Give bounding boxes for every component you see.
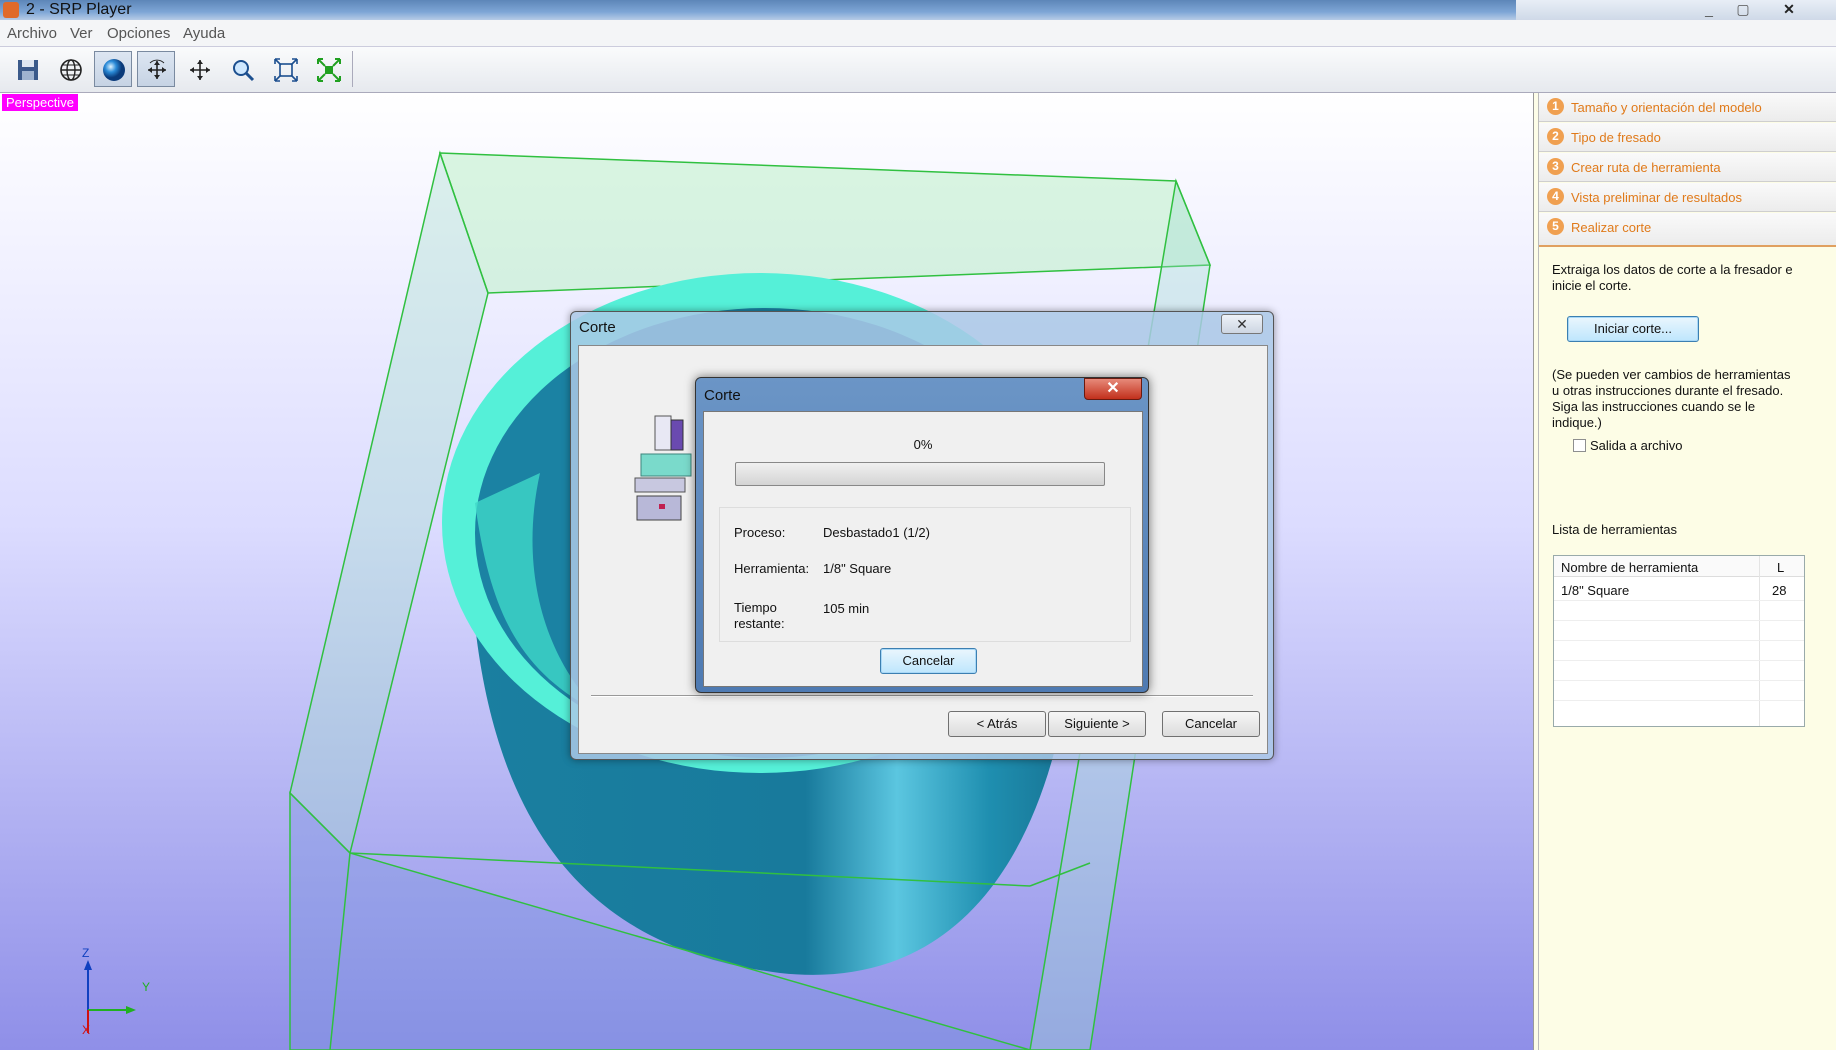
axis-x-label: X: [82, 1023, 91, 1037]
start-cut-button[interactable]: Iniciar corte...: [1567, 316, 1699, 342]
zoom-icon: [233, 60, 255, 82]
dialog-title: Corte: [579, 319, 616, 336]
menu-bar: Archivo Ver Opciones Ayuda: [0, 20, 1836, 47]
save-button[interactable]: [8, 51, 46, 87]
window-title: 2 - SRP Player: [26, 1, 132, 18]
tool-name-column-header[interactable]: Nombre de herramienta: [1561, 560, 1698, 575]
toolbar: [0, 47, 1836, 93]
save-icon: [18, 60, 38, 80]
menu-archivo[interactable]: Archivo: [7, 25, 57, 42]
axis-z-label: Z: [82, 946, 90, 960]
step-label: Tipo de fresado: [1571, 130, 1661, 145]
step-number-badge: 5: [1547, 218, 1564, 235]
output-to-file-checkbox[interactable]: [1573, 439, 1586, 452]
back-button[interactable]: < Atrás: [948, 711, 1046, 737]
center-view-icon: [317, 58, 341, 82]
axis-y-label: Y: [142, 980, 151, 994]
fit-view-icon: [274, 58, 298, 82]
progress-percent-text: 0%: [913, 437, 933, 452]
toolbar-separator: [352, 51, 353, 87]
tool-row-length[interactable]: 28: [1772, 583, 1786, 598]
progress-cancel-button[interactable]: Cancelar: [880, 648, 977, 674]
view-mode-label: Perspective: [2, 94, 78, 111]
step-size-orientation[interactable]: 1 Tamaño y orientación del modelo: [1539, 93, 1836, 122]
step-label: Realizar corte: [1571, 220, 1652, 235]
cut-info-box: Proceso: Desbastado1 (1/2) Herramienta: …: [719, 507, 1131, 642]
workflow-panel: 1 Tamaño y orientación del modelo 2 Tipo…: [1538, 93, 1836, 1050]
dialog-close-button[interactable]: ✕: [1084, 378, 1142, 400]
time-remaining-label-line-2: restante:: [734, 616, 785, 631]
shaded-sphere-icon: [103, 59, 125, 81]
stock-top-face: [438, 152, 1212, 294]
progress-client-area: 0% Proceso: Desbastado1 (1/2) Herramient…: [703, 411, 1143, 687]
wireframe-view-button[interactable]: [51, 51, 89, 87]
menu-ayuda[interactable]: Ayuda: [183, 25, 225, 42]
tool-length-column-header[interactable]: L: [1777, 560, 1784, 575]
step-number-badge: 1: [1547, 98, 1564, 115]
cut-progress-dialog: Corte ✕ 0% Proceso: Desbastado1 (1/2) He…: [695, 377, 1149, 693]
wireframe-globe-icon: [60, 59, 82, 81]
tool-list-table[interactable]: Nombre de herramienta L 1/8" Square 28: [1553, 555, 1805, 727]
tool-label: Herramienta:: [734, 561, 810, 576]
zoom-button[interactable]: [223, 51, 261, 87]
titlebar-right-area: _ ▢ ✕: [1516, 0, 1836, 20]
time-remaining-label-line-1: Tiempo: [734, 600, 777, 615]
process-label: Proceso:: [734, 525, 786, 540]
cut-note-line-3: Siga las instrucciones cuando se le: [1552, 399, 1756, 414]
window-titlebar: 2 - SRP Player _ ▢ ✕: [0, 0, 1836, 20]
cut-intro-line-2: inicie el corte.: [1552, 278, 1632, 293]
step-preview-results[interactable]: 4 Vista preliminar de resultados: [1539, 183, 1836, 212]
step-perform-cut[interactable]: 5 Realizar corte: [1539, 213, 1836, 247]
step-label: Vista preliminar de resultados: [1571, 190, 1743, 205]
menu-opciones[interactable]: Opciones: [107, 25, 170, 42]
step-number-badge: 4: [1547, 188, 1564, 205]
next-button[interactable]: Siguiente >: [1048, 711, 1146, 737]
shaded-view-button[interactable]: [94, 51, 132, 87]
cut-note-line-4: indique.): [1552, 415, 1602, 430]
cut-intro-line-1: Extraiga los datos de corte a la fresado…: [1552, 262, 1793, 277]
fit-view-button[interactable]: [266, 51, 304, 87]
rotate-button[interactable]: [137, 51, 175, 87]
close-icon: ✕: [1236, 316, 1248, 332]
step-label: Crear ruta de herramienta: [1571, 160, 1721, 175]
step-number-badge: 2: [1547, 128, 1564, 145]
milling-machine-icon: [634, 415, 692, 521]
step-milling-type[interactable]: 2 Tipo de fresado: [1539, 123, 1836, 152]
app-icon: [3, 2, 19, 18]
step-number-badge: 3: [1547, 158, 1564, 175]
close-icon: ✕: [1106, 380, 1120, 397]
dialog-title: Corte: [704, 387, 741, 404]
tool-list-title: Lista de herramientas: [1552, 522, 1678, 537]
step-label: Tamaño y orientación del modelo: [1571, 100, 1762, 115]
close-window-button[interactable]: ✕: [1774, 0, 1804, 18]
tool-value: 1/8" Square: [823, 561, 892, 576]
pan-icon: [190, 60, 210, 80]
output-to-file-label: Salida a archivo: [1590, 438, 1683, 453]
menu-ver[interactable]: Ver: [70, 25, 93, 42]
time-remaining-value: 105 min: [823, 601, 870, 616]
minimize-button[interactable]: _: [1694, 0, 1724, 18]
tool-row-name[interactable]: 1/8" Square: [1561, 583, 1629, 598]
pan-button[interactable]: [180, 51, 218, 87]
process-value: Desbastado1 (1/2): [823, 525, 930, 540]
step-create-toolpath[interactable]: 3 Crear ruta de herramienta: [1539, 153, 1836, 182]
cut-note-line-2: u otras instrucciones durante el fresado…: [1552, 383, 1784, 398]
cut-note-line-1: (Se pueden ver cambios de herramientas: [1552, 367, 1791, 382]
rotate-icon: [148, 59, 166, 79]
center-view-button[interactable]: [309, 51, 347, 87]
dialog-close-button[interactable]: ✕: [1221, 314, 1263, 334]
maximize-button[interactable]: ▢: [1728, 0, 1758, 18]
cut-progress-bar: [735, 462, 1105, 486]
wizard-cancel-button[interactable]: Cancelar: [1162, 711, 1260, 737]
wizard-separator: [591, 695, 1253, 696]
